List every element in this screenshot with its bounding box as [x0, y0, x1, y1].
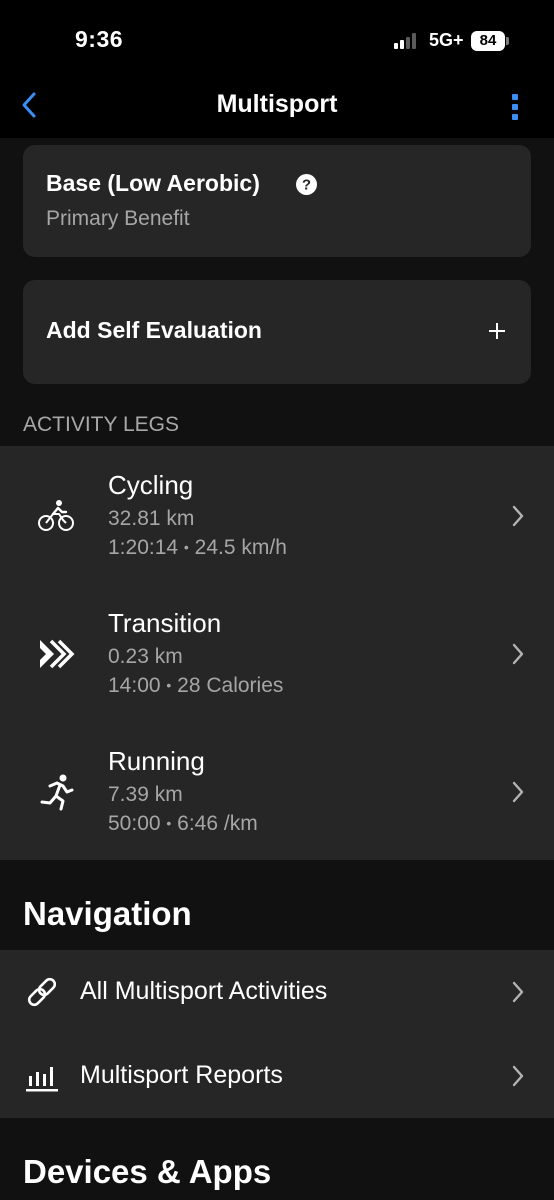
leg-name: Cycling	[108, 470, 194, 500]
leg-metric: 28 Calories	[177, 674, 284, 697]
devices-apps-heading: Devices & Apps	[23, 1153, 272, 1190]
leg-separator: •	[183, 539, 189, 555]
network-type: 5G+	[429, 30, 464, 50]
leg-metric: 24.5 km/h	[194, 536, 287, 559]
leg-distance: 0.23 km	[108, 645, 183, 668]
vertical-dots-icon	[512, 94, 518, 120]
chevron-right-icon	[510, 642, 526, 666]
link-icon	[24, 974, 60, 1010]
chevron-right-icon	[510, 1064, 526, 1088]
leg-row-cycling[interactable]	[0, 446, 554, 584]
leg-duration: 50:00	[108, 812, 161, 835]
status-time: 9:36	[75, 26, 124, 52]
leg-detail-line: 50:00 • 6:46 /km	[108, 812, 258, 836]
add-self-evaluation-label: Add Self Evaluation	[46, 317, 262, 343]
nav-item-label: Multisport Reports	[80, 1061, 283, 1089]
leg-distance: 7.39 km	[108, 783, 183, 806]
leg-detail-line: 1:20:14 • 24.5 km/h	[108, 536, 287, 560]
leg-name: Transition	[108, 608, 222, 638]
activity-legs-section-label: ACTIVITY LEGS	[23, 413, 179, 436]
training-benefit-card	[23, 145, 531, 257]
plus-icon	[486, 320, 508, 342]
chevron-right-icon	[510, 980, 526, 1004]
leg-duration: 14:00	[108, 674, 161, 697]
leg-row-transition[interactable]	[0, 584, 554, 722]
running-icon	[36, 772, 76, 812]
leg-distance: 32.81 km	[108, 507, 195, 530]
navigation-heading: Navigation	[23, 895, 192, 932]
leg-detail-line: 14:00 • 28 Calories	[108, 674, 283, 698]
training-benefit-title: Base (Low Aerobic)	[46, 170, 260, 196]
leg-row-running[interactable]	[0, 722, 554, 860]
battery-icon: 84	[471, 31, 505, 51]
leg-duration: 1:20:14	[108, 536, 179, 559]
leg-separator: •	[166, 677, 172, 693]
chevron-right-icon	[510, 780, 526, 804]
question-circle-icon[interactable]: ?	[296, 174, 317, 195]
battery-nub	[506, 37, 509, 45]
cycling-icon	[36, 496, 76, 536]
leg-metric: 6:46 /km	[177, 812, 258, 835]
svg-text:?: ?	[302, 177, 311, 194]
leg-name: Running	[108, 746, 205, 776]
chevron-right-icon	[510, 504, 526, 528]
cellular-signal-icon	[394, 33, 422, 49]
more-options-button[interactable]	[500, 88, 530, 126]
page-title: Multisport	[216, 90, 338, 118]
bar-chart-icon	[24, 1058, 60, 1094]
nav-item-label: All Multisport Activities	[80, 977, 328, 1005]
leg-separator: •	[166, 815, 172, 831]
training-benefit-subtitle: Primary Benefit	[46, 207, 190, 230]
transition-arrows-icon	[36, 634, 76, 674]
